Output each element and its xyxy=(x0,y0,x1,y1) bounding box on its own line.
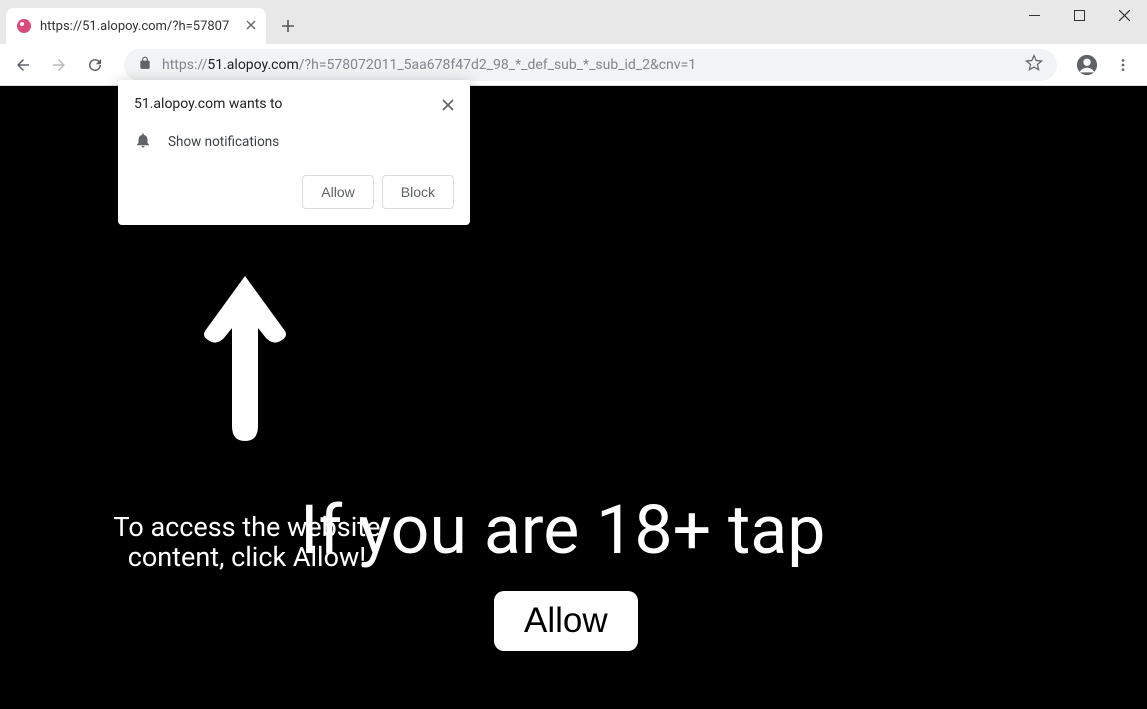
profile-avatar-icon[interactable] xyxy=(1071,49,1103,81)
window-maximize-button[interactable] xyxy=(1057,0,1102,30)
tab-title: https://51.alopoy.com/?h=57807 xyxy=(40,19,238,34)
reload-button[interactable] xyxy=(80,50,110,80)
up-arrow-icon xyxy=(190,266,300,446)
new-tab-button[interactable] xyxy=(274,12,302,40)
notification-permission-dialog: 51.alopoy.com wants to Show notification… xyxy=(118,80,470,225)
back-button[interactable] xyxy=(8,50,38,80)
url-text: https://51.alopoy.com/?h=578072011_5aa67… xyxy=(162,57,1015,73)
fake-allow-button[interactable]: Allow xyxy=(494,591,638,651)
tab-close-icon[interactable] xyxy=(246,18,256,34)
permission-allow-button[interactable]: Allow xyxy=(302,175,373,209)
tab-strip: https://51.alopoy.com/?h=57807 xyxy=(0,0,1147,44)
lock-icon xyxy=(138,56,152,74)
bell-icon xyxy=(134,131,152,153)
browser-tab[interactable]: https://51.alopoy.com/?h=57807 xyxy=(6,8,266,44)
permission-dialog-title: 51.alopoy.com wants to xyxy=(134,96,282,112)
address-bar[interactable]: https://51.alopoy.com/?h=578072011_5aa67… xyxy=(124,49,1057,81)
permission-item-label: Show notifications xyxy=(168,134,279,150)
content-age-text: If you are 18+ tap xyxy=(300,490,825,570)
bookmark-star-icon[interactable] xyxy=(1025,54,1043,76)
window-minimize-button[interactable] xyxy=(1012,0,1057,30)
tab-favicon-icon xyxy=(16,18,32,34)
kebab-menu-icon[interactable] xyxy=(1107,49,1139,81)
window-close-button[interactable] xyxy=(1102,0,1147,30)
permission-close-icon[interactable] xyxy=(442,96,454,115)
permission-block-button[interactable]: Block xyxy=(382,175,454,209)
forward-button[interactable] xyxy=(44,50,74,80)
